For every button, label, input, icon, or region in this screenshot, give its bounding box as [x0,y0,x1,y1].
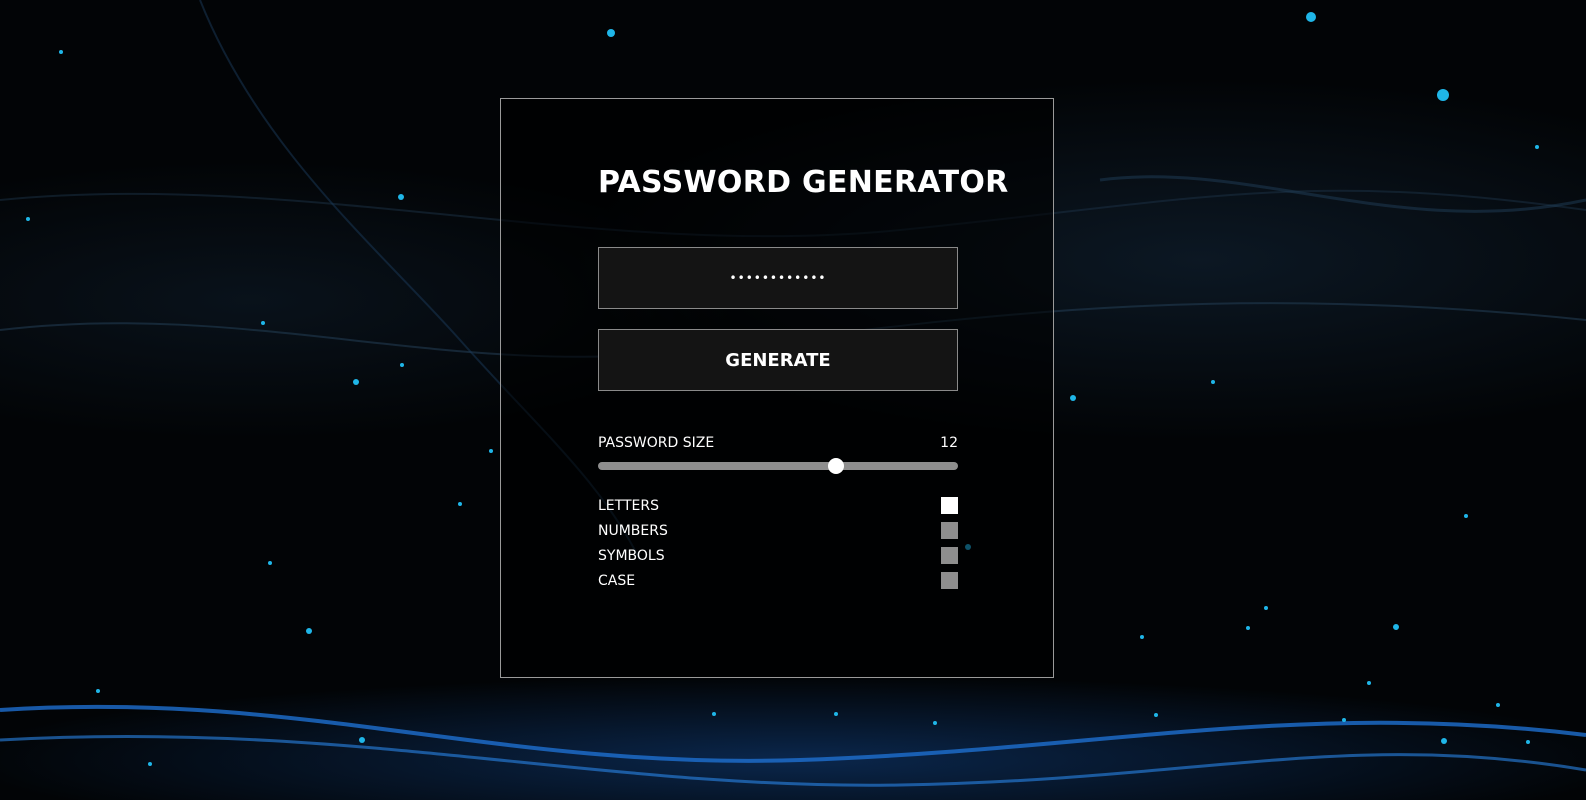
letters-checkbox[interactable] [941,497,958,514]
option-label: NUMBERS [598,523,668,539]
option-label: LETTERS [598,498,659,514]
case-checkbox[interactable] [941,572,958,589]
generate-button[interactable]: GENERATE [598,329,958,391]
slider-track[interactable] [598,462,958,470]
password-size-row: PASSWORD SIZE 12 [598,435,958,455]
options-list: LETTERS NUMBERS SYMBOLS CASE [598,495,958,595]
page-title: PASSWORD GENERATOR [598,165,1009,200]
password-generator-panel: PASSWORD GENERATOR GENERATE PASSWORD SIZ… [500,98,1054,678]
option-label: CASE [598,573,636,589]
numbers-checkbox[interactable] [941,522,958,539]
password-size-value: 12 [940,435,958,451]
option-case: CASE [598,570,958,595]
option-letters: LETTERS [598,495,958,520]
generated-password-field[interactable] [598,247,958,309]
option-label: SYMBOLS [598,548,665,564]
password-size-slider[interactable] [598,458,958,474]
option-symbols: SYMBOLS [598,545,958,570]
option-numbers: NUMBERS [598,520,958,545]
slider-thumb[interactable] [827,458,844,474]
password-size-label: PASSWORD SIZE [598,435,715,451]
symbols-checkbox[interactable] [941,547,958,564]
